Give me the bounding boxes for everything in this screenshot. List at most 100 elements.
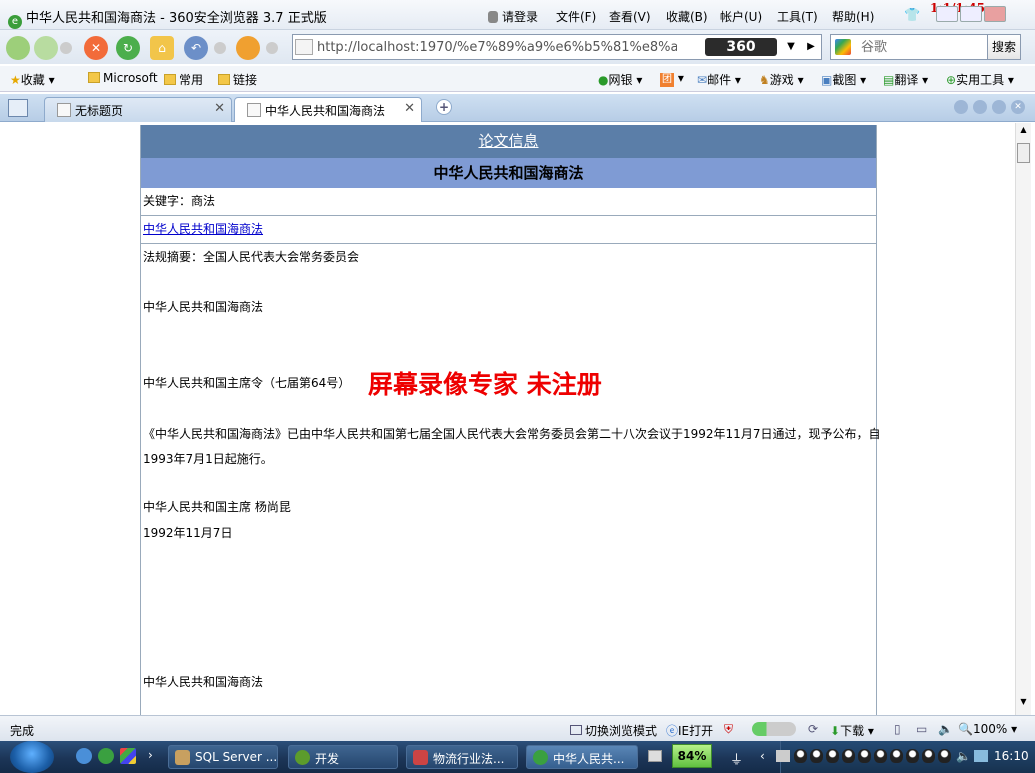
search-box[interactable]: [830, 34, 988, 60]
go-icon[interactable]: ▶: [803, 38, 819, 56]
tool-utilities[interactable]: ⊕实用工具 ▾: [946, 71, 1014, 88]
qq-icon[interactable]: [890, 749, 903, 763]
qq-icon[interactable]: [874, 749, 887, 763]
taskbar-item-maritime[interactable]: 中华人民共...: [526, 745, 638, 769]
ie-quicklaunch-icon[interactable]: [76, 748, 92, 764]
keyboard-icon[interactable]: [648, 750, 662, 762]
tool-group[interactable]: 团 ▾: [660, 71, 684, 87]
tab-maritime-law[interactable]: 中华人民共和国海商法 ✕: [234, 97, 422, 122]
scroll-up-icon[interactable]: ▲: [1017, 125, 1030, 139]
undo-icon[interactable]: ↶: [184, 36, 208, 60]
taskbar-item-sqlserver[interactable]: SQL Server ...: [168, 745, 278, 769]
stop-icon[interactable]: ✕: [84, 36, 108, 60]
switch-mode-button[interactable]: 切换浏览模式: [570, 722, 657, 739]
qq-icon[interactable]: [842, 749, 855, 763]
start-button[interactable]: [10, 741, 54, 773]
qq-icon[interactable]: [858, 749, 871, 763]
search-input[interactable]: [861, 38, 981, 56]
minimize-button[interactable]: [936, 6, 958, 22]
device-icon[interactable]: ▯: [894, 722, 901, 736]
star-icon: ★: [10, 73, 21, 87]
tool-translate[interactable]: ▤翻译 ▾: [883, 71, 928, 88]
qq-icon[interactable]: [922, 749, 935, 763]
menu-account[interactable]: 帐户(U): [720, 8, 762, 25]
ie-icon: ⓔ: [666, 724, 679, 738]
scroll-down-icon[interactable]: ▼: [1017, 697, 1030, 711]
search-button[interactable]: 搜索: [987, 34, 1021, 60]
plug-icon[interactable]: ⏚: [730, 749, 743, 768]
tool-mail[interactable]: ✉邮件 ▾: [697, 71, 741, 88]
url-text[interactable]: http://localhost:1970/%e7%89%a9%e6%b5%81…: [317, 40, 677, 55]
home-icon[interactable]: ⌂: [150, 36, 174, 60]
menu-file[interactable]: 文件(F): [556, 8, 596, 25]
clock[interactable]: 16:10: [994, 749, 1029, 763]
forward-icon[interactable]: [34, 36, 58, 60]
scroll-thumb[interactable]: [1017, 143, 1030, 163]
tab-scroll-left-icon[interactable]: [954, 100, 968, 114]
maximize-button[interactable]: [960, 6, 982, 22]
close-window-button[interactable]: [984, 6, 1006, 22]
speed-toggle[interactable]: [752, 722, 796, 736]
browser-quicklaunch-icon[interactable]: [98, 748, 114, 764]
refresh-icon[interactable]: ⟳: [808, 722, 818, 736]
tab-scroll-right-icon[interactable]: [973, 100, 987, 114]
windows-quicklaunch-icon[interactable]: [120, 748, 136, 764]
tool-bank[interactable]: ●网银 ▾: [598, 71, 642, 88]
window-icon[interactable]: ▭: [916, 722, 927, 736]
menu-help[interactable]: 帮助(H): [832, 8, 874, 25]
recording-watermark: 屏幕录像专家 未注册: [368, 370, 602, 399]
qq-icon[interactable]: [906, 749, 919, 763]
qq-icon[interactable]: [794, 749, 807, 763]
cpu-percent-badge[interactable]: 84%: [672, 744, 712, 768]
tab-list-icon[interactable]: [992, 100, 1006, 114]
tray-expand-icon[interactable]: ‹: [760, 749, 765, 763]
paw-dropdown-icon[interactable]: [266, 42, 278, 54]
favorite-common[interactable]: 常用: [164, 71, 203, 88]
new-tab-icon[interactable]: +: [436, 99, 452, 115]
refresh-icon[interactable]: ↻: [116, 36, 140, 60]
sidebar-toggle-icon[interactable]: [8, 99, 28, 117]
document-link[interactable]: 中华人民共和国海商法: [143, 222, 263, 236]
favorites-menu[interactable]: ★收藏 ▾: [10, 71, 55, 88]
favorite-microsoft[interactable]: Microsoft: [88, 71, 158, 85]
ie-open-button[interactable]: ⓔIE打开: [666, 722, 713, 739]
taskbar-item-logistics[interactable]: 物流行业法...: [406, 745, 518, 769]
tab-untitled[interactable]: 无标题页 ✕: [44, 97, 232, 122]
qq-icon[interactable]: [826, 749, 839, 763]
speaker-icon[interactable]: 🔈: [938, 722, 953, 736]
volume-icon[interactable]: 🔈: [956, 749, 971, 763]
section-header[interactable]: 论文信息: [141, 125, 876, 158]
qq-icon[interactable]: [938, 749, 951, 763]
undo-dropdown-icon[interactable]: [214, 42, 226, 54]
chevron-down-icon[interactable]: ▼: [783, 38, 799, 56]
shirt-icon[interactable]: 👕: [904, 8, 920, 23]
page-content: 论文信息 中华人民共和国海商法 关键字：商法 中华人民共和国海商法 法规摘要：全…: [0, 123, 1015, 715]
shield-icon[interactable]: ⛨: [724, 722, 733, 737]
back-icon[interactable]: [6, 36, 30, 60]
close-tab-icon[interactable]: ✕: [404, 101, 415, 116]
close-all-tabs-icon[interactable]: ✕: [1011, 100, 1025, 114]
security-360-badge[interactable]: 360: [705, 38, 777, 56]
quicklaunch-more-icon[interactable]: ›: [148, 748, 153, 762]
vertical-scrollbar[interactable]: ▲ ▼: [1015, 123, 1031, 715]
menu-login[interactable]: 请登录: [488, 8, 538, 25]
menu-view[interactable]: 查看(V): [609, 8, 651, 25]
history-dropdown-icon[interactable]: [60, 42, 72, 54]
menu-favorites[interactable]: 收藏(B): [666, 8, 708, 25]
taskbar-item-dev[interactable]: 开发: [288, 745, 398, 769]
address-bar[interactable]: http://localhost:1970/%e7%89%a9%e6%b5%81…: [292, 34, 822, 60]
bank-icon: ●: [598, 73, 609, 87]
close-tab-icon[interactable]: ✕: [214, 101, 225, 116]
folder-icon: [218, 74, 230, 85]
google-icon[interactable]: [835, 39, 851, 55]
zoom-control[interactable]: 🔍100% ▾: [958, 722, 1017, 736]
tool-screenshot[interactable]: ▣截图 ▾: [821, 71, 866, 88]
paw-icon[interactable]: [236, 36, 260, 60]
download-button[interactable]: ⬇下载 ▾: [830, 722, 874, 739]
network-icon[interactable]: [776, 750, 790, 762]
display-icon[interactable]: [974, 750, 988, 762]
favorite-links[interactable]: 链接: [218, 71, 257, 88]
tool-games[interactable]: ♞游戏 ▾: [759, 71, 804, 88]
qq-icon[interactable]: [810, 749, 823, 763]
menu-tools[interactable]: 工具(T): [777, 8, 818, 25]
